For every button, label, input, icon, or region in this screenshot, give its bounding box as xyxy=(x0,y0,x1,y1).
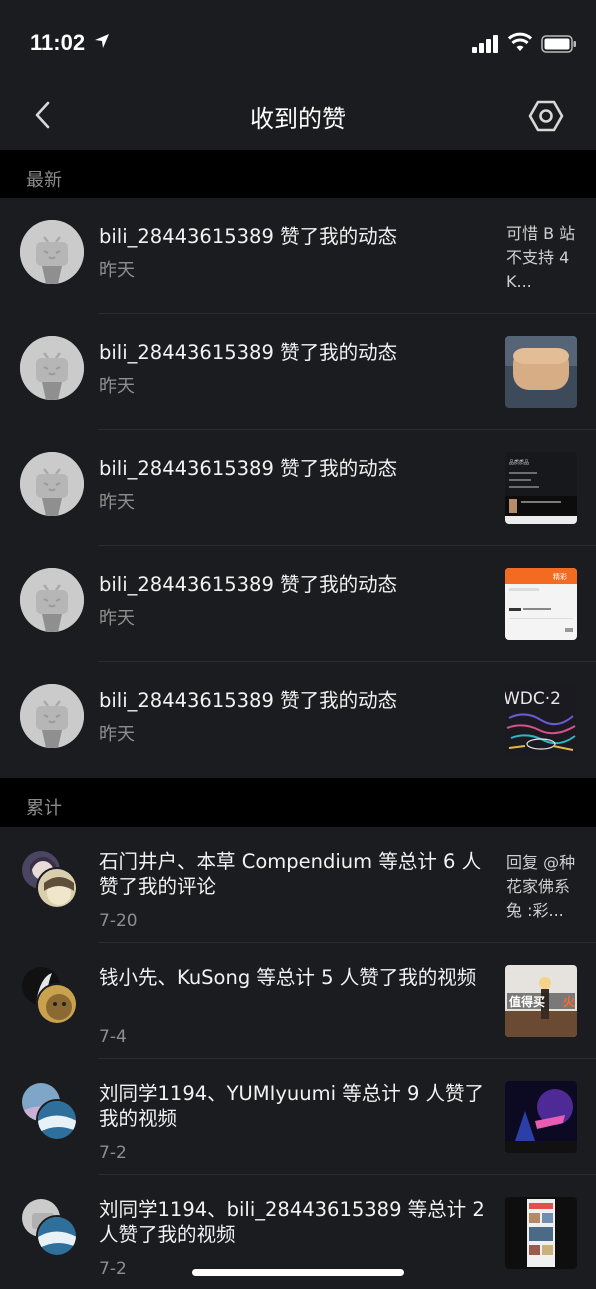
notification-row[interactable]: bili_28443615389 赞了我的动态 昨天 可惜 B 站不支持 4K.… xyxy=(0,198,596,314)
avatar[interactable] xyxy=(36,983,78,1025)
notification-row[interactable]: bili_28443615389 赞了我的动态 昨天 xyxy=(0,314,596,430)
notification-row[interactable]: bili_28443615389 赞了我的动态 昨天 精彩 xyxy=(0,546,596,662)
notification-text: 刘同学1194、bili_28443615389 等总计 2 人赞了我的视频 xyxy=(99,1198,485,1246)
section-header-latest: 最新 xyxy=(0,150,596,198)
thumb-caption: 火 xyxy=(563,995,576,1009)
username[interactable]: bili_28443615389 xyxy=(99,457,274,480)
home-indicator[interactable] xyxy=(192,1269,404,1276)
battery-icon xyxy=(541,35,576,53)
avatar-stack[interactable] xyxy=(20,1197,84,1261)
settings-icon[interactable] xyxy=(528,98,564,134)
action-text: 赞了我的动态 xyxy=(280,225,398,248)
status-bar: 11:02 xyxy=(0,0,596,86)
avatar-stack[interactable] xyxy=(20,965,84,1029)
avatar[interactable] xyxy=(20,568,84,632)
clock: 11:02 xyxy=(30,30,86,55)
username[interactable]: bili_28443615389 xyxy=(99,225,274,248)
cellular-signal-icon xyxy=(472,35,498,53)
thumb-caption: 品质质品 xyxy=(509,459,529,466)
thumbnail-wwdc-art[interactable]: WDC·2 xyxy=(505,684,577,756)
section-header-total: 累计 xyxy=(0,778,596,826)
avatar[interactable] xyxy=(36,1215,78,1257)
avatar[interactable] xyxy=(20,452,84,516)
avatar-stack[interactable] xyxy=(20,849,84,913)
thumb-caption: 精彩 xyxy=(553,572,567,581)
action-text: 赞了我的动态 xyxy=(280,689,398,712)
avatar[interactable] xyxy=(36,1099,78,1141)
thumbnail-video-thumb-1[interactable]: 值得买 火 xyxy=(505,965,577,1037)
action-text: 赞了我的动态 xyxy=(280,573,398,596)
avatar[interactable] xyxy=(20,220,84,284)
notification-text: 钱小先、KuSong 等总计 5 人赞了我的视频 xyxy=(99,966,477,989)
timestamp: 7-2 xyxy=(99,1143,127,1163)
thumbnail-video-thumb-3[interactable] xyxy=(505,1197,577,1269)
notification-text: 石门井户、本草 Compendium 等总计 6 人赞了我的评论 xyxy=(99,850,482,898)
thumb-caption: 值得买 xyxy=(509,994,545,1009)
thumb-caption: WDC·2 xyxy=(505,689,561,709)
notification-row[interactable]: 石门井户、本草 Compendium 等总计 6 人赞了我的评论 7-20 回复… xyxy=(0,827,596,943)
avatar-stack[interactable] xyxy=(20,1081,84,1145)
timestamp: 7-20 xyxy=(99,911,138,931)
thumbnail-dark-screenshot[interactable]: 品质质品 xyxy=(505,452,577,524)
username[interactable]: bili_28443615389 xyxy=(99,689,274,712)
timestamp: 昨天 xyxy=(99,260,135,281)
location-arrow-icon xyxy=(95,34,109,48)
wifi-icon xyxy=(508,32,532,51)
thumbnail-orange-app-screenshot[interactable]: 精彩 xyxy=(505,568,577,640)
preview-text[interactable]: 可惜 B 站不支持 4K... xyxy=(506,222,582,294)
timestamp: 昨天 xyxy=(99,492,135,513)
notification-row[interactable]: bili_28443615389 赞了我的动态 昨天 品质质品 xyxy=(0,430,596,546)
username[interactable]: bili_28443615389 xyxy=(99,341,274,364)
timestamp: 昨天 xyxy=(99,724,135,745)
thumbnail-video-thumb-2[interactable] xyxy=(505,1081,577,1153)
timestamp: 7-2 xyxy=(99,1259,127,1279)
notification-row[interactable]: bili_28443615389 赞了我的动态 昨天 WDC·2 xyxy=(0,662,596,778)
thumbnail-airpods-case[interactable] xyxy=(505,336,577,408)
nav-bar: 收到的赞 xyxy=(0,86,596,150)
avatar[interactable] xyxy=(36,867,78,909)
action-text: 赞了我的动态 xyxy=(280,341,398,364)
preview-text[interactable]: 回复 @种花家佛系兔 :彩... xyxy=(506,851,582,923)
avatar[interactable] xyxy=(20,684,84,748)
avatar[interactable] xyxy=(20,336,84,400)
action-text: 赞了我的动态 xyxy=(280,457,398,480)
timestamp: 昨天 xyxy=(99,376,135,397)
notification-text: 刘同学1194、YUMIyuumi 等总计 9 人赞了我的视频 xyxy=(99,1082,485,1130)
notification-row[interactable]: 钱小先、KuSong 等总计 5 人赞了我的视频 7-4 值得买 火 xyxy=(0,943,596,1059)
username[interactable]: bili_28443615389 xyxy=(99,573,274,596)
timestamp: 昨天 xyxy=(99,608,135,629)
timestamp: 7-4 xyxy=(99,1027,127,1047)
notification-row[interactable]: 刘同学1194、YUMIyuumi 等总计 9 人赞了我的视频 7-2 xyxy=(0,1059,596,1175)
page-title: 收到的赞 xyxy=(250,105,346,133)
